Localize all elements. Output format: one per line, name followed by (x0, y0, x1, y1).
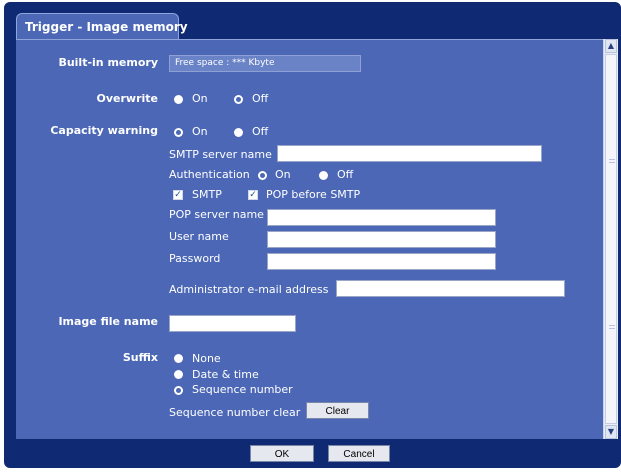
thumb-grip-line (609, 159, 615, 160)
authentication-off-label: Off (337, 168, 354, 181)
capacity-warning-on-label: On (192, 125, 208, 138)
cancel-button[interactable]: Cancel (328, 445, 390, 462)
ok-button[interactable]: OK (250, 445, 314, 462)
capacity-warning-off-label: Off (252, 125, 269, 138)
free-space-display: Free space : *** Kbyte (169, 55, 361, 72)
user-name-input[interactable] (267, 231, 496, 248)
thumb-grip-line (609, 162, 615, 163)
settings-panel: Built-in memory Free space : *** Kbyte O… (16, 39, 603, 439)
pop-before-smtp-checkbox[interactable]: ✓ (248, 190, 258, 200)
authentication-on-label: On (275, 168, 291, 181)
overwrite-off-label: Off (252, 92, 269, 105)
authentication-label: Authentication (169, 168, 250, 181)
thumb-grip-line (609, 328, 615, 329)
pop-server-name-input[interactable] (267, 209, 496, 226)
suffix-date-time-label: Date & time (192, 368, 259, 381)
capacity-warning-label: Capacity warning (50, 124, 158, 137)
sequence-number-clear-label: Sequence number clear (169, 406, 301, 419)
suffix-label: Suffix (122, 351, 158, 364)
scroll-down-icon[interactable]: ▼ (605, 425, 617, 439)
overwrite-on-label: On (192, 92, 208, 105)
vertical-scrollbar[interactable]: ▲ ▼ (603, 39, 618, 439)
smtp-server-name-label: SMTP server name (169, 148, 272, 161)
clear-button[interactable]: Clear (306, 402, 369, 419)
capacity-warning-off-radio[interactable] (234, 128, 243, 137)
suffix-date-time-radio[interactable] (174, 370, 183, 379)
tab-title: Trigger - Image memory (25, 20, 188, 34)
image-file-name-input[interactable] (169, 315, 296, 332)
scroll-up-icon[interactable]: ▲ (605, 39, 617, 53)
suffix-sequence-number-radio[interactable] (174, 386, 183, 395)
authentication-on-radio[interactable] (258, 171, 267, 180)
password-label: Password (169, 252, 221, 265)
smtp-checkbox-label: SMTP (192, 188, 222, 201)
suffix-none-label: None (192, 352, 221, 365)
dialog-footer: OK Cancel (16, 438, 618, 464)
scrollbar-thumb[interactable] (605, 54, 617, 424)
overwrite-on-radio[interactable] (174, 95, 183, 104)
image-file-name-label: Image file name (58, 315, 158, 328)
built-in-memory-label: Built-in memory (58, 56, 158, 69)
user-name-label: User name (169, 230, 229, 243)
admin-email-input[interactable] (336, 280, 565, 297)
capacity-warning-on-radio[interactable] (174, 128, 183, 137)
admin-email-label: Administrator e-mail address (169, 283, 329, 296)
smtp-server-name-input[interactable] (277, 145, 542, 162)
suffix-none-radio[interactable] (174, 354, 183, 363)
suffix-sequence-number-label: Sequence number (192, 383, 293, 396)
pop-server-name-label: POP server name (169, 208, 264, 221)
password-input[interactable] (267, 253, 496, 270)
pop-before-smtp-label: POP before SMTP (266, 188, 361, 201)
tab-trigger-image-memory[interactable]: Trigger - Image memory (16, 13, 188, 40)
overwrite-label: Overwrite (96, 92, 158, 105)
overwrite-off-radio[interactable] (234, 95, 243, 104)
thumb-grip-line (609, 325, 615, 326)
authentication-off-radio[interactable] (319, 171, 328, 180)
smtp-checkbox[interactable]: ✓ (173, 190, 183, 200)
